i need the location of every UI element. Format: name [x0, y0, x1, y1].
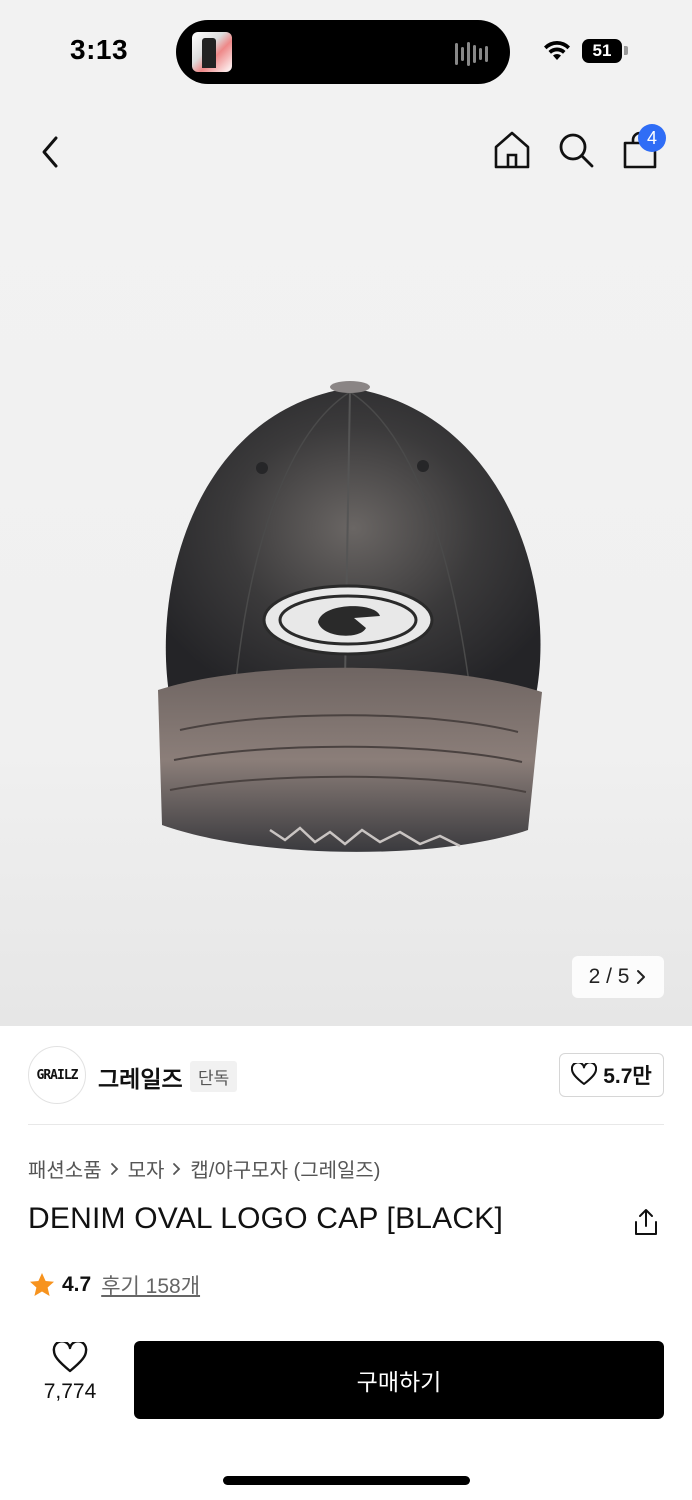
cart-count-badge: 4	[638, 124, 666, 152]
buy-button[interactable]: 구매하기	[134, 1341, 664, 1419]
status-bar: 3:13 51	[0, 0, 692, 100]
share-icon	[635, 1209, 657, 1235]
brand-like-count: 5.7만	[603, 1065, 652, 1088]
divider	[28, 1124, 664, 1125]
gallery-page-text: 2 / 5	[588, 965, 630, 988]
wifi-icon	[544, 40, 570, 60]
rating-score: 4.7	[62, 1273, 92, 1296]
battery-cap	[624, 46, 628, 55]
back-icon	[42, 136, 58, 168]
star-icon	[30, 1273, 54, 1296]
product-title: DENIM OVAL LOGO CAP [BLACK]	[28, 1202, 503, 1235]
product-image[interactable]	[140, 370, 560, 860]
rating-row: 4.7 후기 158개	[28, 1270, 200, 1300]
search-icon	[559, 133, 594, 168]
breadcrumb: 패션소품 모자 캡/야구모자 (그레일즈)	[28, 1154, 380, 1183]
brand-logo[interactable]: GRAILZ	[28, 1046, 86, 1104]
chevron-right-icon	[110, 1162, 118, 1175]
dynamic-island[interactable]	[176, 20, 510, 84]
brand-name[interactable]: 그레일즈	[98, 1060, 183, 1094]
wishlist-count: 7,774	[43, 1380, 97, 1403]
product-gallery[interactable]: 4 2 / 5	[0, 100, 692, 1026]
review-count-link[interactable]: 후기 158개	[101, 1270, 200, 1300]
brand-row: GRAILZ 그레일즈 단독 5.7만	[0, 1026, 692, 1126]
breadcrumb-item[interactable]: 패션소품	[28, 1154, 102, 1183]
heart-icon	[52, 1342, 88, 1373]
chevron-right-icon	[173, 1162, 181, 1175]
home-button[interactable]	[488, 126, 536, 174]
chevron-right-icon	[637, 970, 646, 984]
exclusive-tag: 단독	[190, 1061, 238, 1092]
audio-waveform-icon	[455, 42, 488, 66]
now-playing-thumbnail	[192, 32, 232, 72]
brand-logo-text: GRAILZ	[36, 1067, 79, 1083]
home-icon	[494, 131, 530, 169]
breadcrumb-item[interactable]: 모자	[128, 1154, 165, 1183]
wishlist-button[interactable]: 7,774	[30, 1342, 110, 1418]
status-time: 3:13	[70, 34, 129, 65]
brand-like-button[interactable]: 5.7만	[559, 1053, 664, 1097]
breadcrumb-item[interactable]: 캡/야구모자 (그레일즈)	[190, 1154, 380, 1183]
battery-indicator: 51	[582, 39, 622, 63]
back-button[interactable]	[26, 128, 74, 176]
cart-button[interactable]: 4	[616, 124, 666, 174]
home-indicator[interactable]	[223, 1476, 470, 1485]
heart-icon	[571, 1063, 598, 1085]
search-button[interactable]	[552, 126, 600, 174]
share-button[interactable]	[630, 1206, 662, 1238]
gallery-page-indicator[interactable]: 2 / 5	[572, 956, 664, 998]
